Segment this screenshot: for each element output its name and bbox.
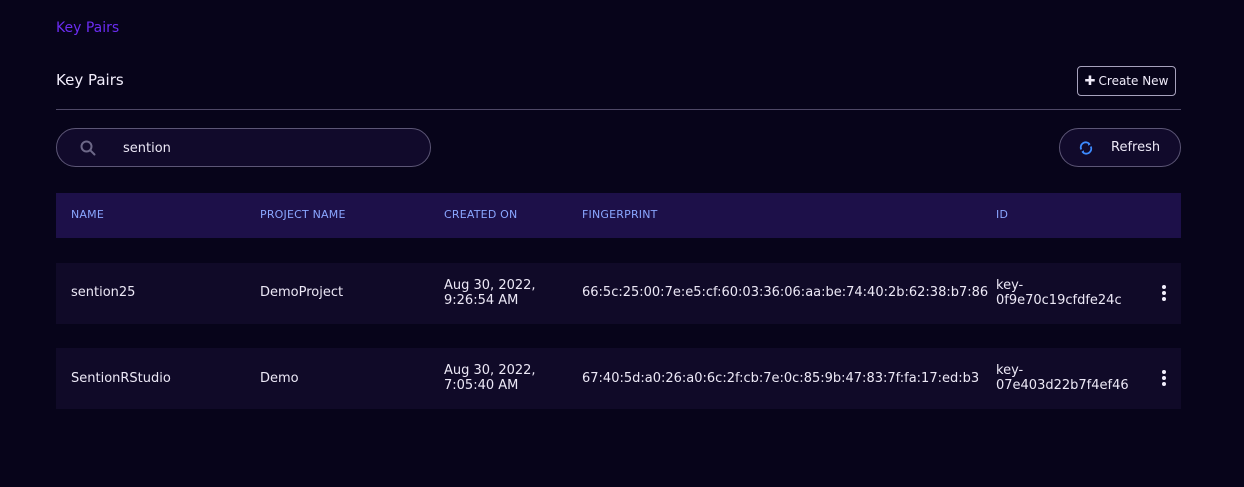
plus-icon: ✚	[1084, 73, 1096, 89]
create-new-label: Create New	[1098, 74, 1169, 88]
page-title: Key Pairs	[56, 71, 124, 89]
created-date: Aug 30, 2022,	[444, 363, 536, 378]
created-date: Aug 30, 2022,	[444, 278, 536, 293]
table-row: sention25 DemoProject Aug 30, 2022, 9:26…	[56, 263, 1181, 324]
column-header-created-on: CREATED ON	[444, 208, 518, 221]
column-header-fingerprint: FINGERPRINT	[582, 208, 658, 221]
refresh-icon	[1078, 140, 1094, 156]
header-divider	[56, 109, 1181, 110]
column-header-name: NAME	[71, 208, 104, 221]
cell-fingerprint: 67:40:5d:a0:26:a0:6c:2f:cb:7e:0c:85:9b:4…	[582, 371, 980, 386]
id-prefix: key-	[996, 363, 1024, 378]
created-time: 9:26:54 AM	[444, 293, 519, 308]
search-icon	[79, 139, 97, 157]
breadcrumb[interactable]: Key Pairs	[56, 20, 119, 36]
cell-id: key- 0f9e70c19cfdfe24c	[996, 278, 1122, 308]
column-header-project-name: PROJECT NAME	[260, 208, 346, 221]
created-time: 7:05:40 AM	[444, 378, 519, 393]
refresh-label: Refresh	[1111, 140, 1161, 155]
cell-id: key- 07e403d22b7f4ef46	[996, 363, 1129, 393]
id-prefix: key-	[996, 278, 1024, 293]
cell-created-on: Aug 30, 2022, 9:26:54 AM	[444, 278, 536, 308]
id-suffix: 07e403d22b7f4ef46	[996, 378, 1129, 393]
row-actions-menu-icon[interactable]	[1157, 369, 1171, 387]
key-pairs-table: NAME PROJECT NAME CREATED ON FINGERPRINT…	[56, 193, 1181, 409]
cell-name: sention25	[71, 285, 136, 300]
column-header-id: ID	[996, 208, 1009, 221]
id-suffix: 0f9e70c19cfdfe24c	[996, 293, 1122, 308]
table-header: NAME PROJECT NAME CREATED ON FINGERPRINT…	[56, 193, 1181, 238]
cell-created-on: Aug 30, 2022, 7:05:40 AM	[444, 363, 536, 393]
cell-fingerprint: 66:5c:25:00:7e:e5:cf:60:03:36:06:aa:be:7…	[582, 285, 989, 300]
search-input[interactable]	[123, 137, 413, 159]
search-box[interactable]	[56, 128, 431, 167]
cell-name: SentionRStudio	[71, 371, 171, 386]
cell-project-name: Demo	[260, 371, 299, 386]
row-actions-menu-icon[interactable]	[1157, 284, 1171, 302]
cell-project-name: DemoProject	[260, 285, 344, 300]
create-new-button[interactable]: ✚ Create New	[1077, 66, 1176, 96]
table-row: SentionRStudio Demo Aug 30, 2022, 7:05:4…	[56, 348, 1181, 409]
refresh-button[interactable]: Refresh	[1059, 128, 1181, 167]
